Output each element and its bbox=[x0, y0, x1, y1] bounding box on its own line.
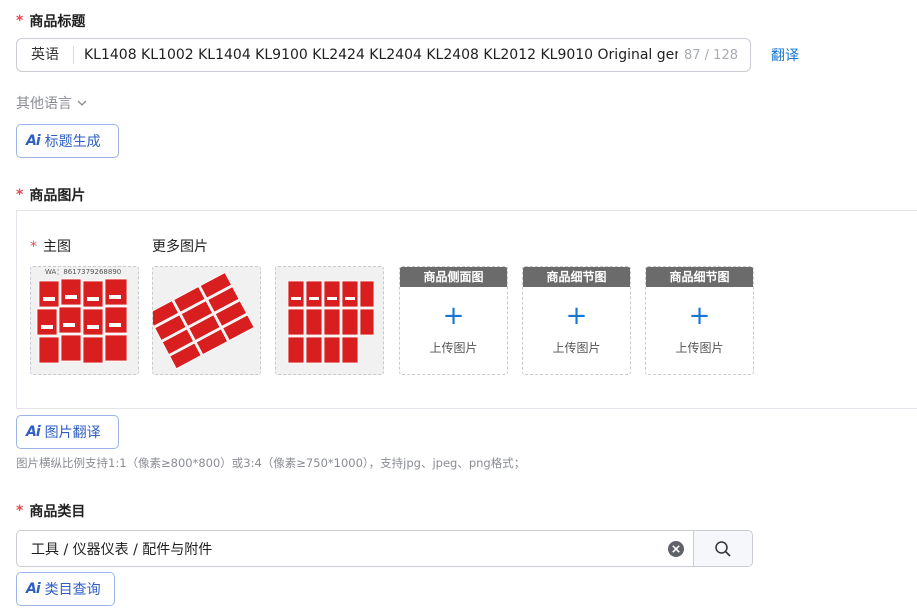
category-search-button[interactable] bbox=[693, 531, 752, 566]
title-value[interactable]: KL1408 KL1002 KL1404 KL9100 KL2424 KL240… bbox=[84, 47, 678, 63]
category-query-button[interactable]: Ai 类目查询 bbox=[16, 572, 115, 606]
image-format-hint: 图片横纵比例支持1:1（像素≥800*800）或3:4（像素≥750*1000）… bbox=[16, 456, 526, 470]
clear-icon[interactable] bbox=[667, 540, 685, 558]
other-languages-label: 其他语言 bbox=[16, 96, 72, 112]
category-section-label: 商品类目 bbox=[29, 504, 86, 520]
title-generate-label: 标题生成 bbox=[44, 134, 101, 150]
ai-icon: Ai bbox=[26, 581, 41, 597]
required-mark: * bbox=[16, 503, 24, 519]
plus-icon: + bbox=[565, 301, 588, 331]
more-images-label: 更多图片 bbox=[152, 239, 208, 255]
upload-label: 上传图片 bbox=[429, 341, 478, 355]
more-image-thumbnail-2[interactable] bbox=[275, 266, 384, 375]
product-photo: WA：8617379268890 bbox=[31, 267, 138, 374]
translate-link[interactable]: 翻译 bbox=[771, 45, 799, 65]
watermark-text: WA：8617379268890 bbox=[45, 268, 121, 276]
upload-slot-detail-2[interactable]: 商品细节图 + 上传图片 bbox=[645, 266, 754, 375]
product-photo bbox=[276, 267, 383, 374]
required-mark: * bbox=[30, 239, 37, 255]
plus-icon: + bbox=[442, 301, 465, 331]
slot-header: 商品细节图 bbox=[523, 267, 630, 287]
images-section-heading: * 商品图片 bbox=[16, 185, 85, 205]
ai-icon: Ai bbox=[26, 424, 41, 440]
category-section-heading: * 商品类目 bbox=[16, 501, 85, 521]
required-mark: * bbox=[16, 13, 24, 29]
title-char-count: 87 / 128 bbox=[684, 47, 738, 63]
main-image-label: 主图 bbox=[43, 239, 71, 255]
category-value: 工具 / 仪器仪表 / 配件与附件 bbox=[31, 541, 213, 558]
title-generate-button[interactable]: Ai 标题生成 bbox=[16, 124, 119, 158]
plus-icon: + bbox=[688, 301, 711, 331]
image-translate-button[interactable]: Ai 图片翻译 bbox=[16, 415, 119, 449]
title-input[interactable]: 英语 KL1408 KL1002 KL1404 KL9100 KL2424 KL… bbox=[16, 38, 751, 72]
upload-slot-side-view[interactable]: 商品侧面图 + 上传图片 bbox=[399, 266, 508, 375]
main-image-heading: * 主图 bbox=[30, 236, 71, 256]
title-section-label: 商品标题 bbox=[29, 14, 86, 30]
category-query-label: 类目查询 bbox=[44, 582, 101, 598]
more-image-thumbnail-1[interactable] bbox=[152, 266, 261, 375]
search-icon bbox=[715, 540, 731, 557]
upload-label: 上传图片 bbox=[552, 341, 601, 355]
image-translate-label: 图片翻译 bbox=[44, 425, 101, 441]
main-image-thumbnail[interactable]: WA：8617379268890 bbox=[30, 266, 139, 375]
required-mark: * bbox=[16, 187, 24, 203]
slot-header: 商品侧面图 bbox=[400, 267, 507, 287]
upload-slot-detail-1[interactable]: 商品细节图 + 上传图片 bbox=[522, 266, 631, 375]
images-section-label: 商品图片 bbox=[29, 188, 86, 204]
upload-label: 上传图片 bbox=[675, 341, 724, 355]
chevron-down-icon bbox=[77, 100, 87, 106]
slot-header: 商品细节图 bbox=[646, 267, 753, 287]
product-photo bbox=[153, 267, 260, 374]
title-section-heading: * 商品标题 bbox=[16, 11, 85, 31]
category-input[interactable]: 工具 / 仪器仪表 / 配件与附件 bbox=[16, 530, 753, 567]
other-languages-toggle[interactable]: 其他语言 bbox=[16, 93, 88, 113]
ai-icon: Ai bbox=[26, 133, 41, 149]
language-label: 英语 bbox=[17, 46, 74, 64]
